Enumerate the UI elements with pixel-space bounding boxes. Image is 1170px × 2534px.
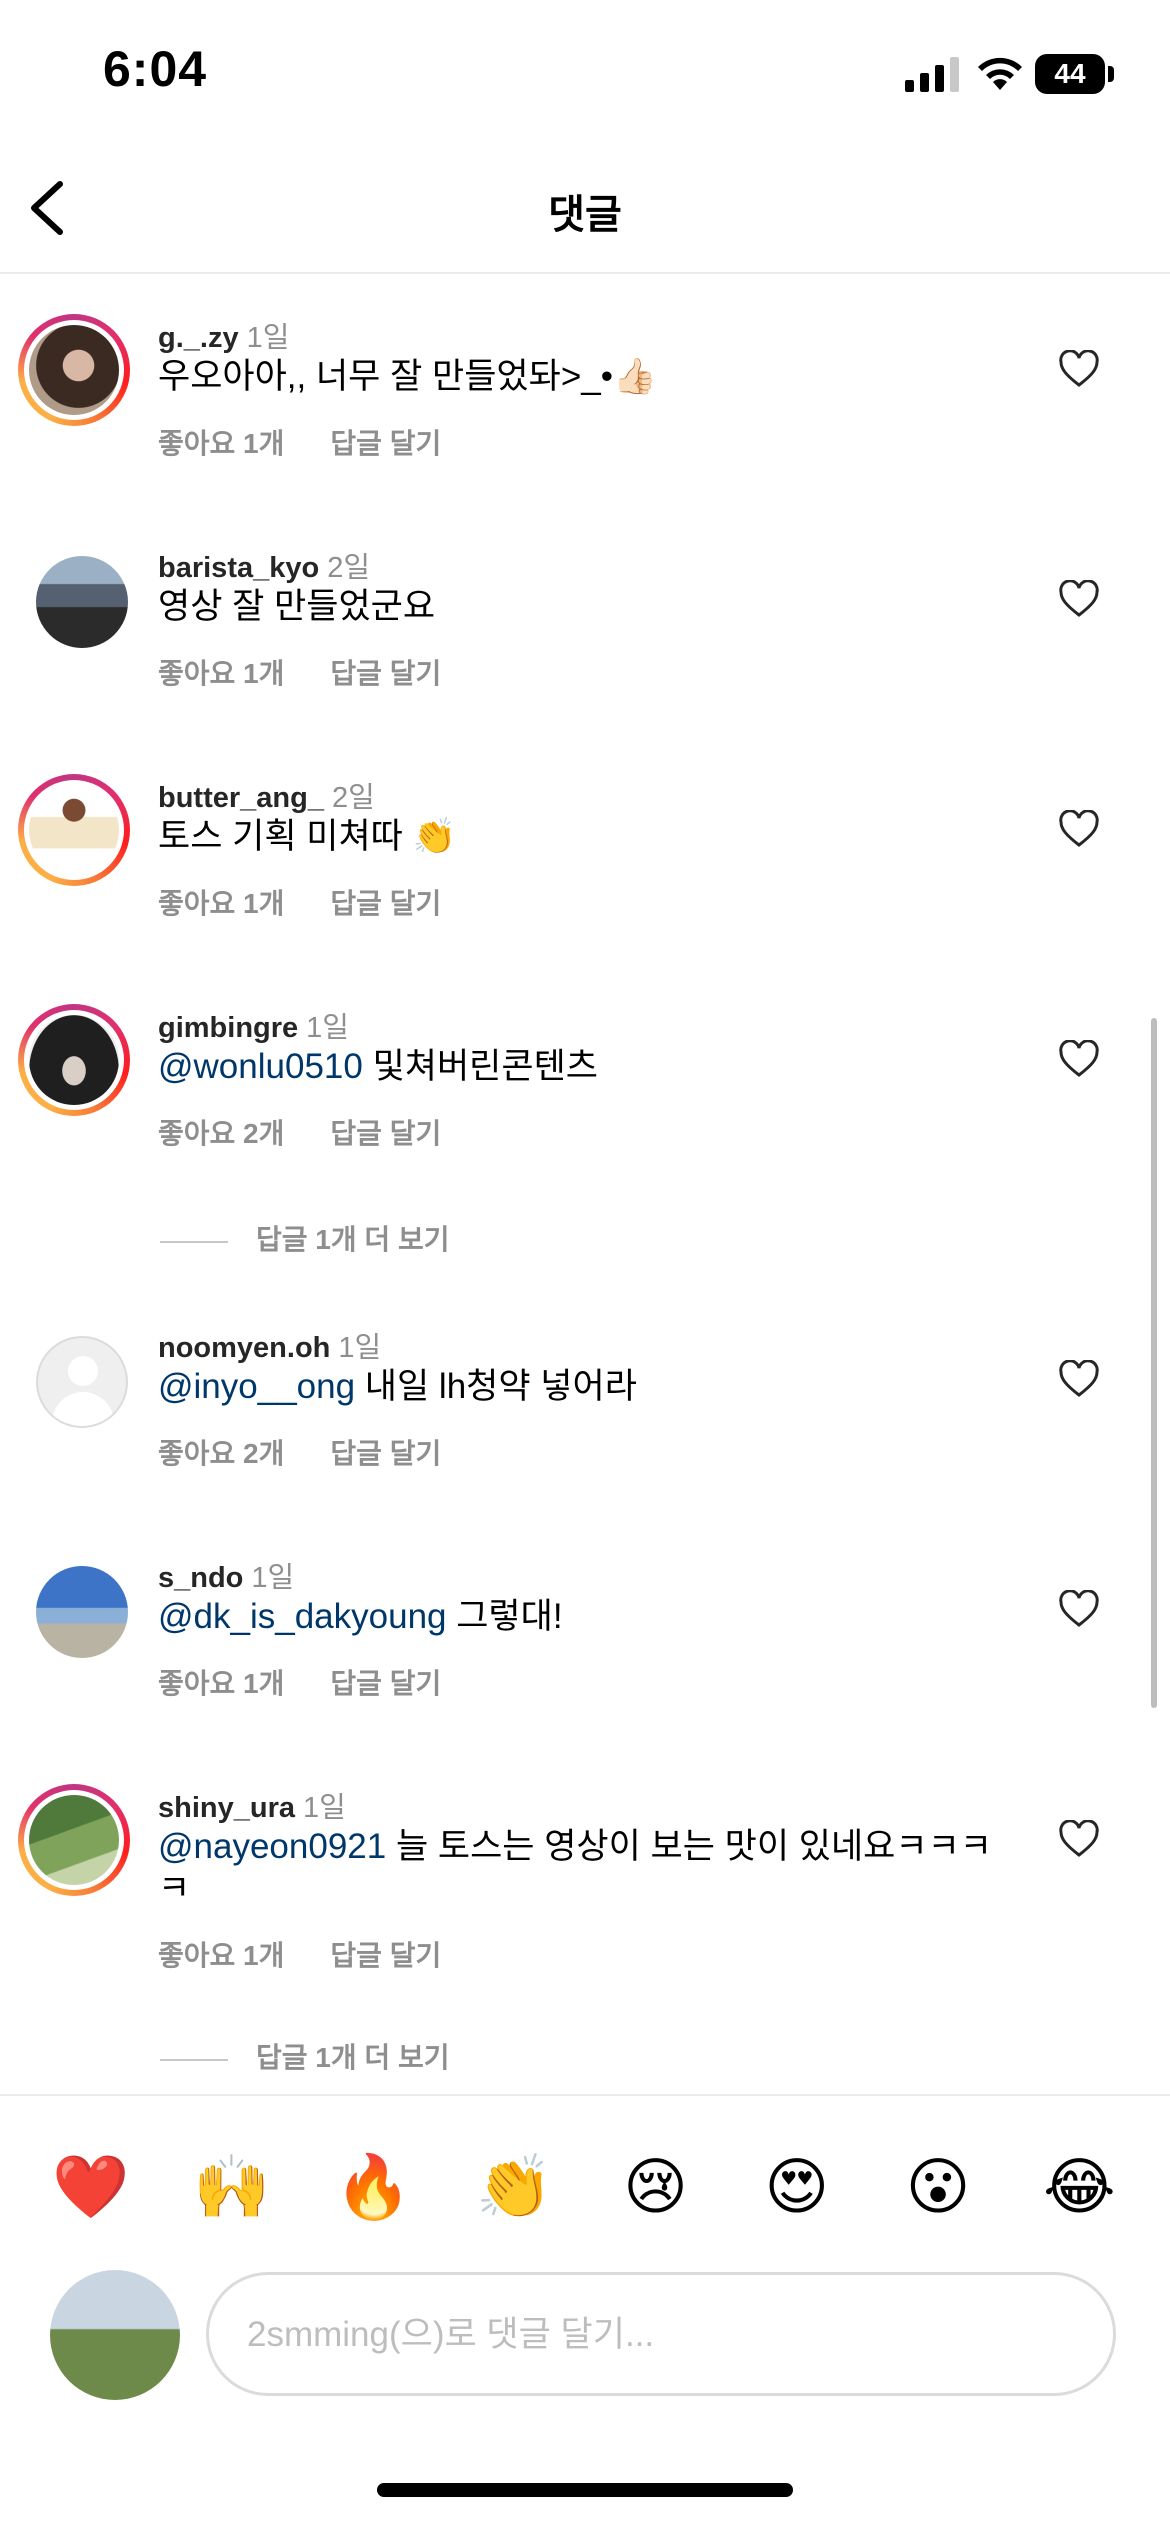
reply-button[interactable]: 답글 달기 [330, 658, 441, 689]
comment-input[interactable] [245, 2303, 1069, 2367]
wifi-icon [978, 57, 1022, 90]
comment-likes[interactable]: 좋아요 2개 [158, 1118, 284, 1149]
comment-username[interactable]: noomyen.oh [158, 1332, 330, 1364]
emoji-raised-hands-button[interactable]: 🙌 [187, 2146, 277, 2230]
reply-button[interactable]: 답글 달기 [330, 1118, 441, 1149]
comment-likes[interactable]: 좋아요 1개 [158, 658, 284, 689]
heart-icon[interactable] [1058, 350, 1100, 388]
status-bar: 6:04 44 [0, 0, 1170, 150]
comment-time: 1일 [306, 1012, 349, 1044]
avatar[interactable] [18, 1784, 130, 1896]
comment-username[interactable]: barista_kyo [158, 552, 319, 584]
comment-text: 우오아아,, 너무 잘 만들었돠>_•👍🏻 [158, 357, 657, 396]
comment-likes[interactable]: 좋아요 1개 [158, 1668, 284, 1699]
avatar[interactable] [18, 314, 130, 426]
avatar[interactable] [18, 1324, 130, 1436]
comment-username[interactable]: shiny_ura [158, 1792, 295, 1824]
replies-divider-line [160, 1240, 228, 1243]
mention-link[interactable]: @dk_is_dakyoung [158, 1597, 447, 1636]
reply-button[interactable]: 답글 달기 [330, 428, 441, 459]
header: 댓글 [0, 150, 1170, 274]
emoji-heart-eyes-button[interactable]: 😍 [752, 2146, 842, 2230]
emoji-crying-button[interactable]: 😢 [611, 2146, 701, 2230]
reply-button[interactable]: 답글 달기 [330, 1940, 441, 1971]
heart-icon[interactable] [1058, 1360, 1100, 1398]
comment-likes[interactable]: 좋아요 1개 [158, 428, 284, 459]
comment-text: @inyo__ong 내일 lh청약 넣어라 [158, 1366, 998, 1408]
battery-nub [1108, 66, 1114, 82]
avatar[interactable] [18, 1554, 130, 1666]
comment-likes[interactable]: 좋아요 1개 [158, 888, 284, 919]
comment-time: 1일 [338, 1332, 382, 1364]
heart-icon[interactable] [1058, 810, 1100, 848]
comment-body: 및쳐버린콘텐츠 [362, 1047, 598, 1086]
reply-button[interactable]: 답글 달기 [330, 1438, 441, 1469]
comment-text: 영상 잘 만들었군요 [158, 587, 436, 626]
comment-body: 내일 lh청약 넣어라 [355, 1367, 637, 1406]
reply-button[interactable]: 답글 달기 [330, 1668, 441, 1699]
mention-link[interactable]: @nayeon0921 [158, 1827, 386, 1866]
comment-text: @nayeon0921 늘 토스는 영상이 보는 맛이 있네요ㅋㅋㅋㅋ [158, 1826, 998, 1910]
avatar[interactable] [18, 544, 130, 656]
comment-input-container [206, 2272, 1116, 2396]
battery-indicator: 44 [1035, 54, 1105, 94]
heart-icon[interactable] [1058, 580, 1100, 618]
emoji-clap-button[interactable]: 👏 [469, 2146, 559, 2230]
comment-username[interactable]: gimbingre [158, 1012, 298, 1044]
avatar[interactable] [18, 774, 130, 886]
quick-emoji-bar: ❤️ 🙌 🔥 👏 😢 😍 😮 😂 [0, 2146, 1170, 2230]
comment-username[interactable]: g._.zy [158, 322, 239, 354]
comment-time: 1일 [246, 322, 290, 354]
comment-time: 1일 [251, 1562, 295, 1594]
emoji-surprised-button[interactable]: 😮 [893, 2146, 983, 2230]
comment-text: 토스 기획 미쳐따 👏 [158, 817, 457, 856]
emoji-heart-button[interactable]: ❤️ [46, 2146, 136, 2230]
view-more-replies[interactable]: 답글 1개 더 보기 [160, 2036, 449, 2076]
mention-link[interactable]: @wonlu0510 [158, 1047, 363, 1086]
status-time: 6:04 [103, 41, 208, 97]
comment-time: 2일 [331, 782, 375, 814]
heart-icon[interactable] [1058, 1040, 1100, 1078]
comment-time: 2일 [327, 552, 371, 584]
comment-username[interactable]: butter_ang_ [158, 782, 324, 814]
reply-button[interactable]: 답글 달기 [330, 888, 441, 919]
heart-icon[interactable] [1058, 1590, 1100, 1628]
scrollbar[interactable] [1151, 1018, 1157, 1708]
mention-link[interactable]: @inyo__ong [158, 1367, 355, 1406]
replies-divider-line [160, 2058, 228, 2061]
emoji-fire-button[interactable]: 🔥 [328, 2146, 418, 2230]
comment-text: @wonlu0510 및쳐버린콘텐츠 [158, 1046, 998, 1088]
my-avatar [50, 2270, 180, 2400]
comment-username[interactable]: s_ndo [158, 1562, 243, 1594]
comment-body: 그렇대! [446, 1597, 563, 1636]
composer-area: ❤️ 🙌 🔥 👏 😢 😍 😮 😂 [0, 2094, 1170, 2534]
home-indicator[interactable] [377, 2483, 793, 2497]
comment-likes[interactable]: 좋아요 2개 [158, 1438, 284, 1469]
view-more-replies[interactable]: 답글 1개 더 보기 [160, 1218, 449, 1258]
heart-icon[interactable] [1058, 1820, 1100, 1858]
comment-likes[interactable]: 좋아요 1개 [158, 1940, 284, 1971]
emoji-laughing-button[interactable]: 😂 [1034, 2146, 1124, 2230]
cellular-signal-icon [905, 57, 959, 92]
page-title: 댓글 [548, 193, 622, 237]
comment-text: @dk_is_dakyoung 그렇대! [158, 1596, 998, 1638]
comment-time: 1일 [303, 1792, 346, 1824]
avatar[interactable] [18, 1004, 130, 1116]
